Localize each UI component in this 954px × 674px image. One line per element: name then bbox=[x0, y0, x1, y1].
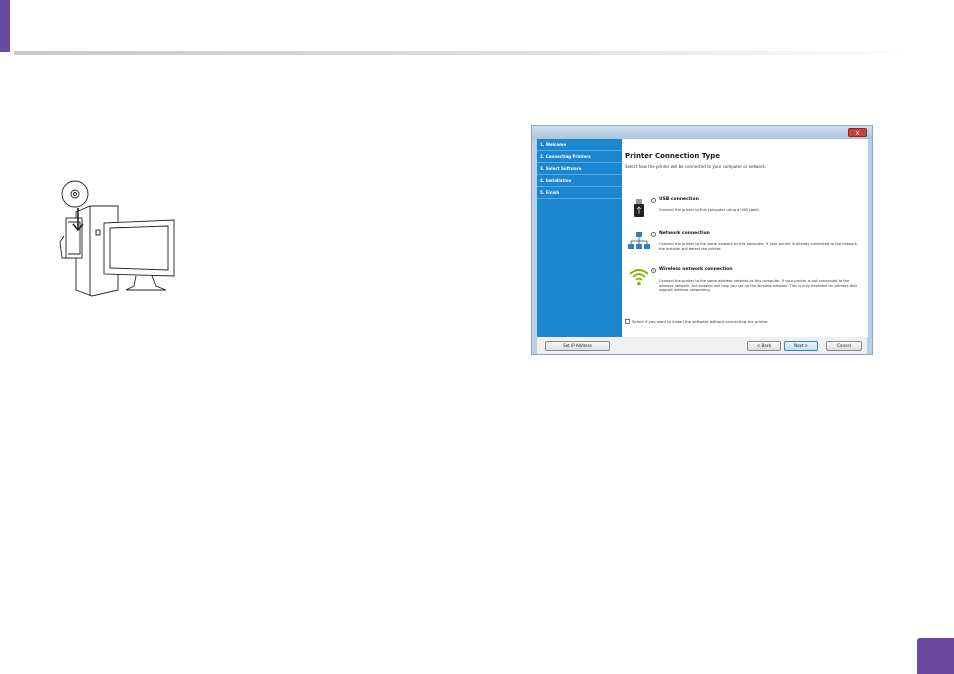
cd-insert-illustration bbox=[59, 180, 175, 297]
wireless-connection-label: Wireless network connection bbox=[659, 267, 733, 272]
header-divider bbox=[14, 51, 914, 55]
back-button[interactable]: < Back bbox=[747, 341, 781, 351]
network-connection-label: Network connection bbox=[659, 231, 710, 236]
network-icon bbox=[628, 232, 650, 249]
page-number-badge bbox=[917, 638, 954, 674]
page-title: Printer Connection Type bbox=[625, 152, 720, 160]
network-connection-description: Connect the printer to the same network … bbox=[659, 242, 859, 251]
step-connecting-printers: 2. Connecting Printers bbox=[537, 151, 622, 163]
steps-sidebar: 1. Welcome 2. Connecting Printers 3. Sel… bbox=[537, 139, 622, 337]
step-installation: 4. Installation bbox=[537, 175, 622, 187]
window-titlebar: x bbox=[532, 126, 872, 139]
chapter-tab-marker bbox=[0, 0, 10, 52]
install-without-printer-checkbox[interactable] bbox=[625, 319, 630, 324]
usb-connection-label: USB connection bbox=[659, 197, 699, 202]
usb-connection-radio[interactable] bbox=[651, 198, 656, 203]
usb-icon bbox=[634, 199, 644, 217]
button-bar: Set IP Address < Back Next > Cancel bbox=[537, 337, 867, 354]
step-select-software: 3. Select Software bbox=[537, 163, 622, 175]
usb-connection-description: Connect the printer to this computer usi… bbox=[659, 208, 760, 212]
cancel-button[interactable]: Cancel bbox=[826, 341, 862, 351]
cd-disc bbox=[61, 180, 89, 208]
installer-window: x 1. Welcome 2. Connecting Printers 3. S… bbox=[531, 125, 873, 355]
network-connection-radio[interactable] bbox=[651, 232, 656, 237]
page-subtitle: Select how the printer will be connected… bbox=[625, 164, 767, 169]
install-without-printer-label: Select if you want to install the softwa… bbox=[632, 319, 769, 324]
wireless-connection-radio[interactable] bbox=[651, 268, 656, 273]
set-ip-address-button[interactable]: Set IP Address bbox=[545, 341, 610, 351]
step-finish: 5. Finish bbox=[537, 187, 622, 199]
wifi-icon bbox=[629, 269, 649, 286]
step-welcome: 1. Welcome bbox=[537, 139, 622, 151]
wireless-connection-description: Connect the printer to the same wireless… bbox=[659, 279, 857, 293]
next-button[interactable]: Next > bbox=[784, 341, 818, 351]
close-button[interactable]: x bbox=[848, 128, 867, 137]
content-pane: Printer Connection Type Select how the p… bbox=[622, 139, 868, 337]
